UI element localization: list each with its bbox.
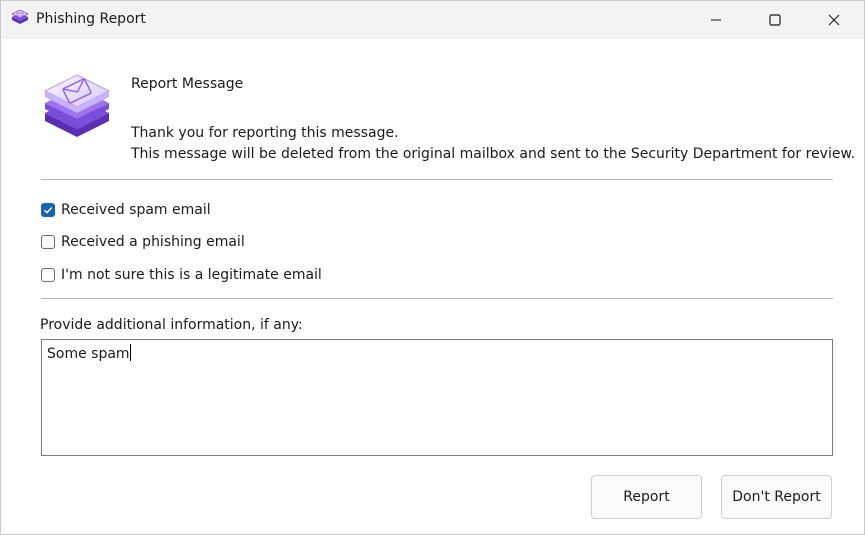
dont-report-button[interactable]: Don't Report bbox=[721, 475, 832, 519]
option-not-sure[interactable]: I'm not sure this is a legitimate email bbox=[41, 265, 322, 285]
report-title: Report Message bbox=[131, 76, 244, 92]
checkbox-phishing[interactable] bbox=[41, 235, 55, 249]
option-label: Received spam email bbox=[61, 202, 211, 218]
divider bbox=[41, 298, 833, 299]
text-caret bbox=[129, 344, 131, 361]
app-icon bbox=[11, 9, 29, 24]
close-button[interactable] bbox=[805, 1, 863, 39]
option-spam[interactable]: Received spam email bbox=[41, 200, 211, 220]
option-label: I'm not sure this is a legitimate email bbox=[61, 267, 322, 283]
maximize-icon bbox=[769, 14, 781, 26]
checkmark-icon bbox=[44, 207, 53, 214]
textarea-value: Some spam bbox=[47, 346, 130, 362]
title-bar[interactable]: Phishing Report bbox=[1, 1, 864, 39]
checkbox-spam[interactable] bbox=[41, 203, 55, 217]
option-label: Received a phishing email bbox=[61, 234, 245, 250]
checkbox-not-sure[interactable] bbox=[41, 268, 55, 282]
close-icon bbox=[828, 14, 840, 26]
divider bbox=[41, 179, 833, 180]
dialog-window: Phishing Report Report Message Thank you… bbox=[0, 0, 865, 535]
thanks-text: Thank you for reporting this message. bbox=[131, 125, 399, 141]
mail-report-icon bbox=[43, 74, 111, 137]
additional-info-textarea[interactable]: Some spam bbox=[41, 339, 833, 456]
additional-info-label: Provide additional information, if any: bbox=[40, 317, 303, 333]
minimize-button[interactable] bbox=[687, 1, 745, 39]
description-text: This message will be deleted from the or… bbox=[131, 146, 856, 162]
minimize-icon bbox=[711, 19, 721, 21]
report-button[interactable]: Report bbox=[591, 475, 702, 519]
option-phishing[interactable]: Received a phishing email bbox=[41, 232, 245, 252]
maximize-button[interactable] bbox=[746, 1, 804, 39]
window-title: Phishing Report bbox=[36, 11, 146, 27]
